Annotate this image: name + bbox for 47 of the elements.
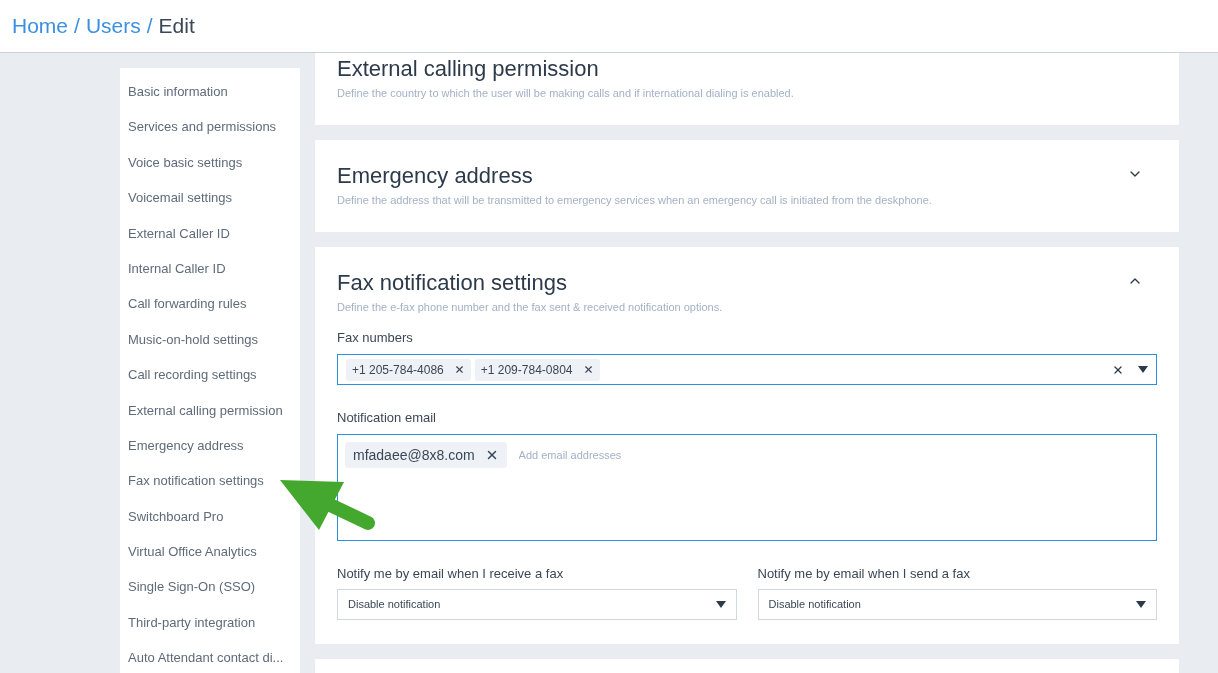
- remove-icon[interactable]: [453, 364, 465, 375]
- chip-label: +1 205-784-4086: [352, 361, 444, 379]
- section-description: Define the address that will be transmitted to emergency services when an emergency call is initiated from the deskphone.: [337, 193, 933, 208]
- notification-select[interactable]: Disable notification: [757, 589, 1157, 620]
- select-value: Disable notification: [348, 597, 441, 613]
- sidebar-item[interactable]: Fax notification settings: [128, 463, 292, 499]
- section-title: External calling permission: [337, 55, 599, 83]
- email-entry[interactable]: Add email addresses: [518, 446, 719, 464]
- notification-select[interactable]: Disable notification: [337, 589, 737, 620]
- sidebar-item[interactable]: Emergency address: [128, 427, 292, 464]
- breadcrumb-current: Edit: [158, 13, 195, 40]
- remove-icon[interactable]: [582, 364, 594, 375]
- field-label: Notify me by email when I receive a fax: [337, 565, 565, 583]
- sidebar-item[interactable]: Virtual Office Analytics: [128, 534, 292, 570]
- dropdown-caret-icon: [1136, 601, 1146, 608]
- sidebar-item[interactable]: Internal Caller ID: [128, 250, 292, 287]
- sidebar-item[interactable]: Call recording settings: [128, 357, 292, 393]
- breadcrumb-link[interactable]: Home: [12, 10, 69, 42]
- field-label: Notification email: [337, 409, 437, 427]
- section-description: Define the country to which the user will be making calls and if international dialing is enabled.: [337, 86, 795, 101]
- sidebar-item[interactable]: Switchboard Pro: [128, 498, 292, 535]
- breadcrumb-link[interactable]: Users: [85, 10, 141, 42]
- sidebar-item[interactable]: Music-on-hold settings: [128, 321, 292, 358]
- breadcrumb-separator: /: [74, 13, 80, 40]
- sidebar-item[interactable]: Call forwarding rules: [128, 286, 292, 322]
- field-label: Notify me by email when I send a fax: [757, 565, 971, 583]
- dropdown-caret-icon: [715, 601, 726, 608]
- sidebar-item[interactable]: External Caller ID: [128, 215, 292, 251]
- sidebar-item[interactable]: Basic information: [128, 74, 292, 110]
- chip-label: +1 209-784-0804: [480, 361, 573, 379]
- breadcrumb-separator: /: [146, 13, 153, 40]
- sidebar-item[interactable]: External calling permission: [128, 392, 292, 428]
- sidebar-item[interactable]: Voicemail settings: [128, 180, 292, 216]
- section-title: Emergency address: [337, 162, 533, 190]
- chip-label: mfadaee@8x8.com: [353, 445, 475, 465]
- section-title: Fax notification settings: [337, 269, 567, 297]
- sidebar-item[interactable]: Services and permissions: [128, 109, 292, 145]
- sidebar-item[interactable]: Voice basic settings: [128, 144, 292, 181]
- section-description: Define the e-fax phone number and the fax sent & received notification options.: [337, 300, 724, 315]
- fax-numbers-select[interactable]: +1 205-784-4086 +1 209-784-0804: [337, 354, 1157, 385]
- sidebar-item[interactable]: Single Sign-On (SSO): [128, 569, 292, 605]
- select-value: Disable notification: [768, 597, 861, 613]
- dropdown-caret-icon: [1138, 366, 1148, 373]
- sidebar-item[interactable]: Auto Attendant contact di...: [128, 640, 292, 673]
- sidebar-item[interactable]: Third-party integration: [128, 604, 292, 641]
- field-label: Fax numbers: [337, 329, 414, 347]
- email-input-field[interactable]: mfadaee@8x8.com Add email addresses: [337, 434, 1157, 541]
